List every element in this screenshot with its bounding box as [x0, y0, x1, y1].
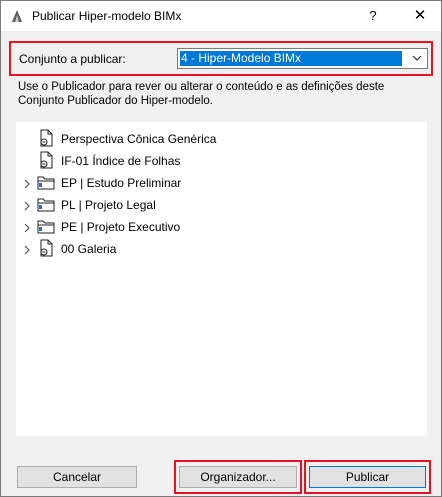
organizer-button[interactable]: Organizador...: [179, 466, 297, 488]
cancel-button[interactable]: Cancelar: [17, 466, 137, 488]
tree-item-label: Perspectiva Cônica Genérica: [61, 132, 217, 146]
publisher-tree[interactable]: Perspectiva Cônica Genérica IF-01 Índice …: [16, 122, 427, 436]
close-button[interactable]: ✕: [399, 1, 441, 31]
help-button[interactable]: ?: [356, 1, 390, 31]
description-text: Use o Publicador para rever ou alterar o…: [18, 81, 385, 107]
publish-dialog: Publicar Hiper-modelo BIMx ? ✕ Conjunto …: [0, 0, 442, 497]
publish-set-selected-value: 4 - Hiper-Modelo BIMx: [180, 51, 402, 66]
tree-item-label: IF-01 Índice de Folhas: [61, 154, 181, 168]
tree-item[interactable]: IF-01 Índice de Folhas: [17, 151, 426, 171]
chevron-right-icon[interactable]: [23, 244, 31, 255]
publish-button[interactable]: Publicar: [309, 466, 426, 488]
chevron-right-icon[interactable]: [23, 200, 31, 211]
publish-set-label: Conjunto a publicar:: [19, 52, 126, 66]
folder-icon: [37, 173, 55, 192]
view-document-icon: [37, 239, 55, 258]
tree-item[interactable]: 00 Galeria: [17, 239, 426, 259]
view-document-icon: [37, 129, 55, 148]
tree-item[interactable]: Perspectiva Cônica Genérica: [17, 129, 426, 149]
tree-item-label: EP | Estudo Preliminar: [61, 176, 182, 190]
window-title: Publicar Hiper-modelo BIMx: [32, 9, 182, 23]
tree-item[interactable]: EP | Estudo Preliminar: [17, 173, 426, 193]
chevron-right-icon[interactable]: [23, 222, 31, 233]
publish-set-dropdown[interactable]: 4 - Hiper-Modelo BIMx: [177, 48, 428, 69]
title-bar: Publicar Hiper-modelo BIMx ? ✕: [1, 1, 441, 31]
archicad-app-icon: [12, 10, 22, 22]
chevron-down-icon: [412, 55, 422, 61]
view-document-icon: [37, 151, 55, 170]
tree-item-label: 00 Galeria: [61, 242, 117, 256]
chevron-right-icon[interactable]: [23, 178, 31, 189]
tree-item[interactable]: PL | Projeto Legal: [17, 195, 426, 215]
tree-item-label: PL | Projeto Legal: [61, 198, 156, 212]
folder-icon: [37, 195, 55, 214]
tree-item-label: PE | Projeto Executivo: [61, 220, 181, 234]
folder-icon: [37, 217, 55, 236]
tree-item[interactable]: PE | Projeto Executivo: [17, 217, 426, 237]
